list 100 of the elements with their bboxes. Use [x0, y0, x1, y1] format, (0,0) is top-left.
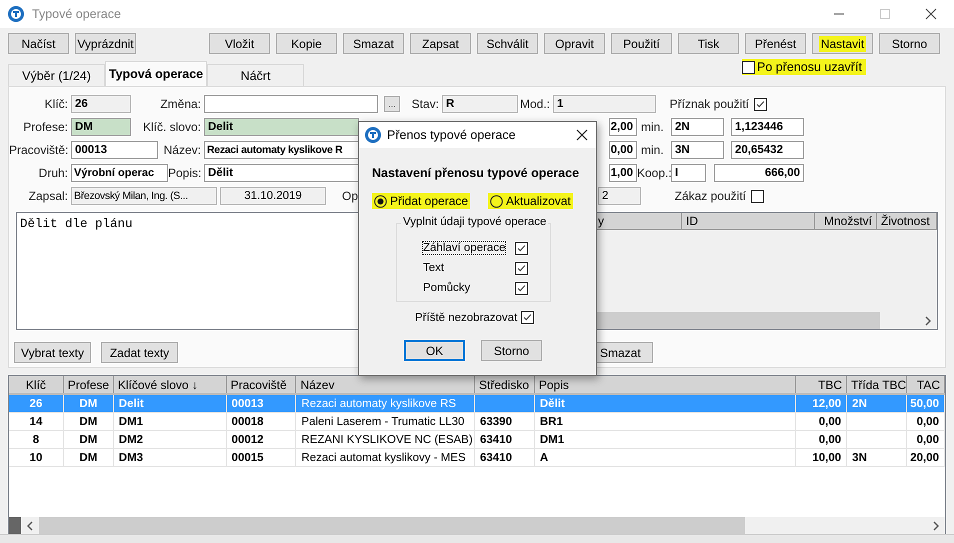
- toolbar-button[interactable]: Kopie: [276, 33, 337, 54]
- input-field[interactable]: Delit: [204, 118, 359, 136]
- column-header[interactable]: Množství: [815, 213, 877, 229]
- table-cell: 26: [9, 395, 64, 412]
- dialog-heading: Nastavení přenosu typové operace: [372, 166, 580, 180]
- browse-button[interactable]: ...: [384, 96, 400, 112]
- column-header[interactable]: Pracoviště: [226, 376, 296, 393]
- scroll-left-icon[interactable]: [25, 520, 35, 530]
- horizontal-scrollbar[interactable]: [9, 517, 945, 534]
- input-field[interactable]: 26: [71, 95, 131, 113]
- column-header[interactable]: Životnost: [877, 213, 937, 229]
- checkbox[interactable]: [515, 242, 528, 254]
- scroll-right-icon[interactable]: [931, 520, 941, 530]
- checkbox[interactable]: [515, 282, 528, 294]
- checkbox[interactable]: [742, 60, 755, 74]
- radio-icon[interactable]: [374, 194, 387, 208]
- table-cell: DM: [64, 431, 114, 448]
- toolbar-button[interactable]: Načíst: [8, 33, 69, 54]
- checkbox[interactable]: [515, 262, 528, 274]
- toolbar-button[interactable]: Nastavit: [812, 33, 873, 54]
- table-cell: BR1: [534, 413, 796, 430]
- input-field[interactable]: 2,00: [609, 118, 637, 136]
- dialog-button[interactable]: Storno: [481, 340, 542, 361]
- scrollbar-thumb[interactable]: [39, 517, 745, 534]
- table-cell: A: [534, 449, 796, 466]
- input-field[interactable]: 0,00: [609, 141, 637, 159]
- input-field[interactable]: 20,65432: [731, 141, 804, 159]
- table-cell: 10: [9, 449, 64, 466]
- column-header[interactable]: y: [594, 213, 682, 229]
- table-cell: 50,00: [907, 395, 945, 412]
- table-cell: Rezaci automaty kyslikove RS: [296, 395, 475, 412]
- toolbar-button[interactable]: Storno: [879, 33, 940, 54]
- toolbar-button[interactable]: Přenést: [745, 33, 806, 54]
- input-field[interactable]: Výrobní operac: [71, 164, 168, 182]
- table-cell: 00013: [226, 395, 296, 412]
- table-row[interactable]: 14 DM DM1 00018 Paleni Laserem - Trumatic LL30 63390 BR1 0,00 0,00: [9, 413, 945, 431]
- input-field[interactable]: I: [671, 164, 706, 182]
- table-cell: 63390: [475, 413, 535, 430]
- input-field[interactable]: 1,00: [609, 164, 637, 182]
- input-field[interactable]: 666,00: [714, 164, 804, 182]
- toolbar-button[interactable]: Schválit: [477, 33, 538, 54]
- checkbox-label: Příště nezobrazovat: [415, 312, 518, 324]
- toolbar-button[interactable]: Vložit: [209, 33, 270, 54]
- checkbox[interactable]: [751, 190, 764, 202]
- toolbar-button[interactable]: Vyprázdnit: [75, 33, 136, 54]
- window-title: Typové operace: [32, 7, 121, 21]
- checkbox[interactable]: [754, 98, 767, 110]
- radio-icon[interactable]: [490, 194, 504, 208]
- toolbar-button[interactable]: Tisk: [678, 33, 739, 54]
- table-cell: 12,00: [796, 395, 848, 412]
- input-field[interactable]: DM: [71, 118, 131, 136]
- table-cell: 00018: [226, 413, 296, 430]
- text-button[interactable]: Zadat texty: [101, 342, 178, 363]
- input-field[interactable]: 2: [598, 187, 641, 205]
- table-cell: Delit: [114, 395, 227, 412]
- input-field[interactable]: [204, 95, 378, 113]
- field-label: Zákaz použití: [674, 189, 747, 203]
- input-field[interactable]: Dělit: [204, 164, 359, 182]
- input-field[interactable]: R: [442, 95, 518, 113]
- scrollbar-block: [9, 517, 21, 534]
- input-field[interactable]: 1: [553, 95, 656, 113]
- input-field[interactable]: Rezaci automaty kyslikove R: [204, 141, 359, 159]
- tab[interactable]: Náčrt: [207, 64, 304, 86]
- field-label: Pracoviště:: [9, 143, 70, 157]
- table-cell: 10,00: [796, 449, 848, 466]
- scroll-right-icon[interactable]: [923, 316, 933, 326]
- toolbar-button[interactable]: Zapsat: [410, 33, 471, 54]
- column-header[interactable]: ID: [682, 213, 815, 229]
- table-cell: REZANI KYSLIKOVE NC (ESAB): [296, 431, 475, 448]
- radio-option[interactable]: Přidat operace: [372, 193, 470, 209]
- dialog-button[interactable]: OK: [404, 340, 465, 361]
- checkbox-label: Po přenosu uzavřít: [757, 60, 862, 74]
- toolbar-button[interactable]: Smazat: [343, 33, 404, 54]
- checkbox[interactable]: [521, 311, 534, 324]
- input-field[interactable]: 2N: [671, 118, 724, 136]
- input-field[interactable]: 31.10.2019: [220, 187, 326, 205]
- table-cell: DM1: [114, 413, 227, 430]
- input-field[interactable]: 1,123446: [731, 118, 804, 136]
- table-cell: DM: [64, 395, 114, 412]
- checkbox-label: Záhlaví operace: [423, 242, 506, 254]
- input-field[interactable]: 3N: [671, 141, 724, 159]
- text-button[interactable]: Vybrat texty: [14, 342, 91, 363]
- table-row[interactable]: 10 DM DM3 00015 Rezaci automat kyslikovy - MES 63410 A 10,00 3N 20,00: [9, 449, 945, 467]
- input-field[interactable]: Březovský Milan, Ing. (S...: [71, 187, 217, 205]
- group-legend: Vyplnit údaji typové operace: [401, 216, 548, 228]
- table-row[interactable]: 8 DM DM2 00012 REZANI KYSLIKOVE NC (ESAB) 63410 DM1 0,00 0,00: [9, 431, 945, 449]
- table-cell: 3N: [847, 449, 908, 466]
- toolbar-button[interactable]: Použití: [611, 33, 672, 54]
- tab[interactable]: Výběr (1/24): [8, 64, 105, 86]
- tab[interactable]: Typová operace: [105, 61, 207, 86]
- field-label: min.: [640, 120, 665, 134]
- input-field[interactable]: 00013: [71, 141, 158, 159]
- radio-option[interactable]: Aktualizovat: [488, 193, 573, 209]
- scrollbar-thumb[interactable]: [594, 312, 880, 329]
- table-cell: 2N: [847, 395, 908, 412]
- close-icon[interactable]: [576, 129, 588, 141]
- toolbar-button[interactable]: Opravit: [544, 33, 605, 54]
- table-cell: 00012: [226, 431, 296, 448]
- table-cell: 0,00: [796, 431, 848, 448]
- field-label: Klíč:: [44, 97, 69, 111]
